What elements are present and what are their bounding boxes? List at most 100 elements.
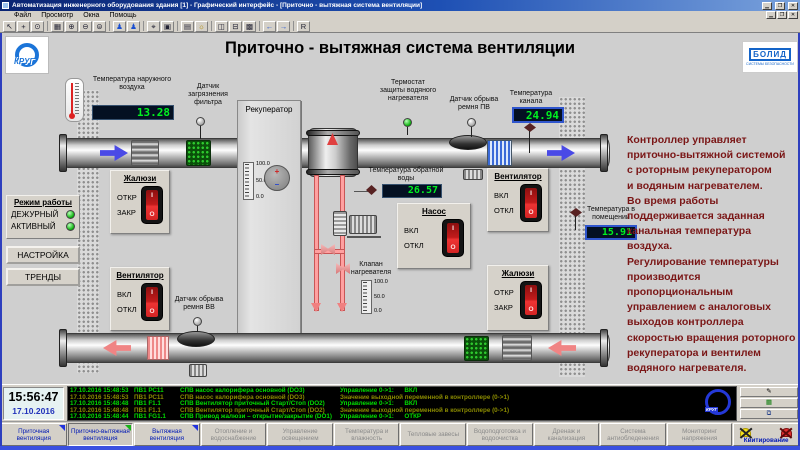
split-vertical-icon[interactable]: ◫ [215, 21, 228, 32]
user-icon[interactable]: ♟ [113, 21, 126, 32]
menubar: Файл Просмотр Окна Помощь ▁ ❐ ✕ [0, 11, 800, 20]
scale-min: 0.0 [256, 195, 264, 200]
wheel-minus: – [265, 180, 289, 189]
exhaust-damper-switch[interactable]: IO [520, 281, 542, 319]
menu-help[interactable]: Помощь [109, 12, 136, 19]
switch-on-glyph: I [530, 287, 532, 294]
clear-log-button[interactable]: ✎ [740, 387, 798, 397]
supply-fan-motor [463, 169, 483, 180]
alarm-bell-muted-icon [781, 428, 792, 437]
settings-button[interactable]: НАСТРОЙКА [6, 246, 80, 264]
acknowledge-button[interactable]: Квитирование [733, 423, 799, 446]
lamp-icon[interactable]: ☼ [195, 21, 208, 32]
krug-ring-icon: КРУГ [15, 43, 39, 67]
minimize-icon[interactable]: ▁ [762, 2, 772, 10]
krug-badge: КРУГ [705, 389, 731, 415]
toolbar: ↖ + ⊙ ▦ ⊕ ⊖ ⊜ ♟ ♟ ⌖ ▣ ▤ ☼ ◫ ⊟ ▩ ← → R [0, 20, 800, 33]
mdi-minimize-icon[interactable]: ▁ [766, 11, 776, 19]
duct-flange [600, 134, 608, 172]
mdi-close-icon[interactable]: ✕ [788, 11, 798, 19]
toolbar-separator [211, 21, 212, 31]
zoom-in-icon[interactable]: ⊕ [65, 21, 78, 32]
split-horizontal-icon[interactable]: ⊟ [229, 21, 242, 32]
alarm-bell-icon [740, 428, 751, 437]
outdoor-temp-display: 13.28 [92, 105, 174, 120]
toolbar-separator [293, 21, 294, 31]
supply-damper-louvers [131, 140, 159, 166]
zoom-reset-icon[interactable]: ⊜ [93, 21, 106, 32]
belt-sensor-vv-led [193, 317, 202, 326]
screen-tabs: Приточная вентиляция Приточно-вытяжная в… [0, 421, 800, 446]
sensor-stem [575, 216, 576, 230]
wall-left [77, 90, 99, 373]
menu-windows[interactable]: Окна [83, 12, 99, 19]
mode-active-led [66, 222, 75, 231]
menu-file[interactable]: Файл [14, 12, 31, 19]
exhaust-damper-open-label: ОТКР [494, 285, 514, 300]
mdi-restore-icon[interactable]: ❐ [777, 11, 787, 19]
supply-damper-title: Жалюзи [111, 174, 169, 183]
mode-standby-led [66, 210, 75, 219]
tab-corner-icon [192, 425, 198, 431]
print-icon[interactable]: ▤ [181, 21, 194, 32]
pipe-flow-arrow-icon [311, 303, 321, 312]
sensor-stem [407, 127, 408, 135]
heater-valve-label: Клапан нагревателя [346, 261, 396, 277]
tab-supply-exhaust-ventilation[interactable]: Приточно-вытяжная вентиляция [68, 423, 134, 446]
mode-title: Режим работы [11, 198, 75, 207]
layout-icon[interactable]: ▦ [51, 21, 64, 32]
cascade-icon[interactable]: ▩ [243, 21, 256, 32]
scale-mid: 50.0 [374, 295, 385, 300]
exhaust-fan-switch[interactable]: IO [520, 184, 542, 222]
window-title: Автоматизация инженерного оборудования з… [12, 2, 759, 9]
supply-damper-switch[interactable]: IO [141, 186, 163, 224]
pump-housing [333, 211, 347, 236]
image-icon[interactable]: ▣ [161, 21, 174, 32]
exhaust-fan-motor [189, 364, 207, 377]
scale-max: 100.0 [374, 280, 388, 285]
supply-fan-switch[interactable]: IO [141, 283, 163, 321]
bolid-logo: БОЛИД СИСТЕМЫ БЕЗОПАСНОСТИ [742, 41, 798, 73]
menu-view[interactable]: Просмотр [41, 12, 73, 19]
switch-off-glyph: O [450, 244, 455, 251]
pointer-icon[interactable]: ↖ [3, 21, 16, 32]
supply-damper-panel: Жалюзи ОТКР ЗАКР IO [110, 170, 170, 234]
wheel-plus: + [265, 167, 289, 176]
report-icon[interactable]: R [297, 21, 310, 32]
tab-temp-humidity: Температура и влажность [334, 423, 400, 446]
tab-exhaust-ventilation[interactable]: Вытяжная вентиляция [134, 423, 200, 446]
tab-supply-ventilation[interactable]: Приточная вентиляция [1, 423, 67, 446]
maximize-icon[interactable]: ❐ [775, 2, 785, 10]
topology-button[interactable]: ⧉ [740, 409, 798, 419]
back-icon[interactable]: ← [263, 21, 276, 32]
pump-switch[interactable]: IO [442, 219, 464, 257]
pan-icon[interactable]: + [17, 21, 30, 32]
krug-badge-text: КРУГ [705, 407, 718, 412]
bolid-logo-text: БОЛИД [749, 48, 791, 61]
magnifier-icon[interactable]: ⊙ [31, 21, 44, 32]
supply-fan-on-label: ВКЛ [117, 287, 137, 302]
exhaust-damper-panel: Жалюзи ОТКР ЗАКР IO [487, 265, 549, 331]
return-water-sensor-stem [354, 191, 368, 192]
find-icon[interactable]: ⌖ [147, 21, 160, 32]
event-log: 17.10.2016 15:48:53 ПВ1 РС11 СПВ насос к… [67, 386, 737, 421]
filter-sensor-led [196, 117, 205, 126]
duct-flange [59, 134, 67, 172]
scada-window: Автоматизация инженерного оборудования з… [0, 0, 800, 450]
forward-icon[interactable]: → [277, 21, 290, 32]
duct-temp-label: Температура канала [498, 90, 564, 106]
titlebar: Автоматизация инженерного оборудования з… [0, 0, 800, 11]
tab-corner-icon [125, 425, 131, 431]
close-icon[interactable]: ✕ [788, 2, 798, 10]
exhaust-fan-panel: Вентилятор ВКЛ ОТКЛ IO [487, 168, 549, 232]
user-add-icon[interactable]: ♟ [127, 21, 140, 32]
zoom-out-icon[interactable]: ⊖ [79, 21, 92, 32]
exhaust-damper-title: Жалюзи [488, 269, 548, 278]
belt-sensor-pv-led [467, 118, 476, 127]
trends-button[interactable]: ТРЕНДЫ [6, 268, 80, 286]
network-status-button[interactable]: ▦ [740, 398, 798, 408]
filter-sensor-label: Датчик загрязнения фильтра [176, 83, 240, 107]
duct-temp-sensor-icon [524, 123, 536, 132]
log-row: 17.10.2016 15:48:44 ПВ1 FG1.1 СПВ Привод… [70, 414, 734, 421]
supply-filter [186, 140, 211, 166]
